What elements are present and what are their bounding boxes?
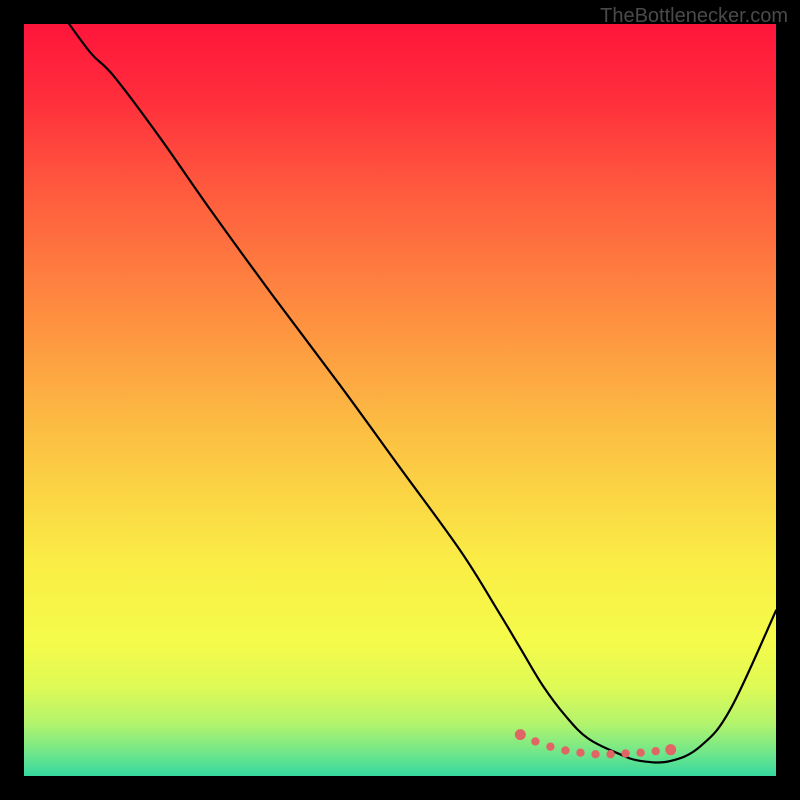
marker-dot <box>576 748 584 756</box>
plot-area <box>24 24 776 776</box>
marker-dot <box>591 750 599 758</box>
marker-dot <box>561 746 569 754</box>
chart-frame: TheBottlenecker.com <box>0 0 800 800</box>
marker-dot <box>515 729 526 740</box>
marker-dot <box>621 749 629 757</box>
marker-dot <box>531 737 539 745</box>
bottleneck-curve <box>69 24 776 763</box>
marker-dot <box>651 747 659 755</box>
curve-layer <box>24 24 776 776</box>
watermark-text: TheBottlenecker.com <box>600 5 788 28</box>
marker-dot <box>665 744 676 755</box>
marker-dot <box>636 748 644 756</box>
marker-dot <box>546 742 554 750</box>
marker-dot <box>606 750 614 758</box>
